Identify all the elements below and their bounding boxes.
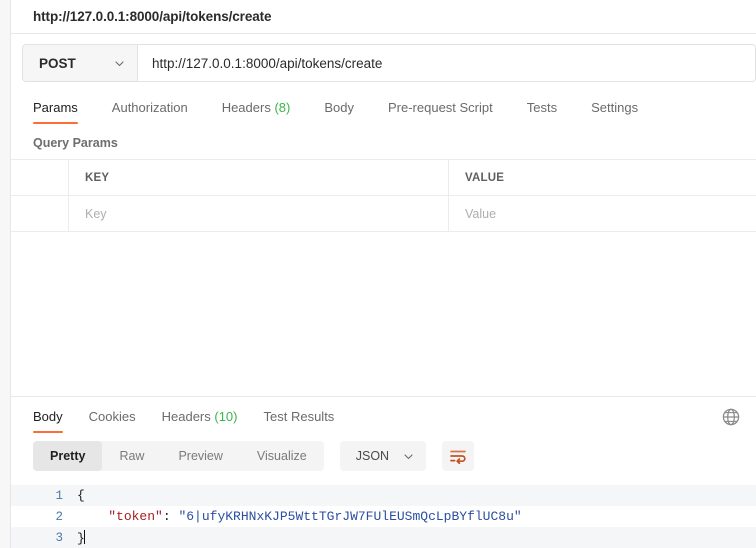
tab-response-body[interactable]: Body bbox=[33, 409, 63, 433]
response-view-segmented-control: Pretty Raw Preview Visualize bbox=[33, 441, 324, 471]
table-header-row: KEY VALUE bbox=[11, 160, 756, 196]
view-visualize-button[interactable]: Visualize bbox=[240, 441, 324, 471]
http-method-label: POST bbox=[39, 55, 76, 71]
tab-headers-count: (8) bbox=[274, 100, 291, 115]
code-line-text: "token": "6|ufyKRHNxKJP5WttTGrJW7FUlEUSm… bbox=[77, 509, 522, 524]
table-header-gutter bbox=[11, 160, 69, 195]
text-caret bbox=[83, 529, 86, 544]
table-row[interactable]: Key Value bbox=[11, 196, 756, 232]
tab-params[interactable]: Params bbox=[33, 100, 78, 124]
param-value-input[interactable]: Value bbox=[449, 196, 756, 231]
chevron-down-icon bbox=[403, 451, 414, 462]
tab-pre-request-script[interactable]: Pre-request Script bbox=[388, 100, 493, 124]
request-tabs: Params Authorization Headers (8) Body Pr… bbox=[11, 92, 756, 124]
tab-tests[interactable]: Tests bbox=[527, 100, 557, 124]
response-language-dropdown[interactable]: JSON bbox=[339, 441, 427, 471]
table-header-value: VALUE bbox=[465, 171, 505, 184]
tab-authorization-label: Authorization bbox=[111, 100, 188, 115]
code-line: 3 } bbox=[11, 527, 756, 548]
request-title-bar: http://127.0.0.1:8000/api/tokens/create bbox=[11, 0, 756, 33]
postman-request-window: http://127.0.0.1:8000/api/tokens/create … bbox=[0, 0, 756, 548]
request-response-panel: http://127.0.0.1:8000/api/tokens/create … bbox=[11, 0, 756, 548]
code-line-text: { bbox=[77, 488, 85, 503]
tab-params-label: Params bbox=[33, 100, 78, 115]
view-pretty-button[interactable]: Pretty bbox=[33, 441, 103, 471]
view-preview-button[interactable]: Preview bbox=[161, 441, 239, 471]
response-tabs: Body Cookies Headers (10) Test Results bbox=[11, 397, 756, 433]
code-line-number: 2 bbox=[55, 509, 63, 524]
page-title: http://127.0.0.1:8000/api/tokens/create bbox=[33, 9, 272, 24]
code-line: 1 { bbox=[11, 485, 756, 506]
word-wrap-icon[interactable] bbox=[442, 441, 475, 471]
tab-settings-label: Settings bbox=[591, 100, 639, 115]
query-params-table: KEY VALUE Key Value bbox=[11, 159, 756, 232]
response-body-code-viewer[interactable]: 1 { 2 "token": "6|ufyKRHNxKJP5WttTGrJW7F… bbox=[11, 479, 756, 548]
tab-headers-label: Headers bbox=[221, 100, 271, 115]
tab-body-label: Body bbox=[324, 100, 354, 115]
left-gutter-strip bbox=[0, 0, 11, 548]
code-line-number: 1 bbox=[55, 488, 63, 503]
response-format-toolbar: Pretty Raw Preview Visualize JSON bbox=[11, 433, 756, 479]
view-raw-button[interactable]: Raw bbox=[102, 441, 161, 471]
row-checkbox-cell[interactable] bbox=[11, 196, 69, 231]
tab-response-cookies-label: Cookies bbox=[88, 409, 136, 424]
tab-body[interactable]: Body bbox=[324, 100, 354, 124]
response-section: Body Cookies Headers (10) Test Results P… bbox=[11, 397, 756, 548]
code-token: : bbox=[162, 509, 179, 524]
code-token-value: "6|ufyKRHNxKJP5WttTGrJW7FUlEUSmQcLpBYflU… bbox=[178, 509, 522, 524]
url-row: POST http://127.0.0.1:8000/api/tokens/cr… bbox=[11, 34, 756, 92]
tab-test-results-label: Test Results bbox=[263, 409, 335, 424]
table-header-key: KEY bbox=[69, 160, 449, 195]
code-line-text: } bbox=[77, 529, 86, 546]
tab-response-headers-label: Headers bbox=[161, 409, 211, 424]
response-language-label: JSON bbox=[355, 449, 390, 463]
params-empty-area bbox=[11, 232, 756, 397]
code-line-number: 3 bbox=[55, 530, 63, 545]
code-token-key: "token" bbox=[108, 509, 163, 524]
tab-headers[interactable]: Headers (8) bbox=[222, 100, 291, 124]
http-method-dropdown[interactable]: POST bbox=[23, 45, 138, 81]
query-params-label: Query Params bbox=[11, 124, 756, 159]
url-box: POST http://127.0.0.1:8000/api/tokens/cr… bbox=[22, 44, 756, 82]
tab-response-body-label: Body bbox=[33, 409, 63, 424]
chevron-down-icon bbox=[114, 58, 125, 69]
tab-tests-label: Tests bbox=[526, 100, 558, 115]
tab-pre-request-script-label: Pre-request Script bbox=[387, 100, 493, 115]
url-input[interactable]: http://127.0.0.1:8000/api/tokens/create bbox=[138, 45, 755, 81]
code-token: { bbox=[77, 488, 85, 503]
tab-response-cookies[interactable]: Cookies bbox=[89, 409, 136, 433]
code-line: 2 "token": "6|ufyKRHNxKJP5WttTGrJW7FUlEU… bbox=[11, 506, 756, 527]
globe-icon[interactable] bbox=[720, 406, 742, 428]
tab-settings[interactable]: Settings bbox=[591, 100, 638, 124]
param-key-input[interactable]: Key bbox=[69, 196, 449, 231]
tab-test-results[interactable]: Test Results bbox=[264, 409, 335, 433]
tab-authorization[interactable]: Authorization bbox=[112, 100, 188, 124]
tab-response-headers-count: (10) bbox=[214, 409, 238, 424]
tab-response-headers[interactable]: Headers (10) bbox=[162, 409, 238, 433]
